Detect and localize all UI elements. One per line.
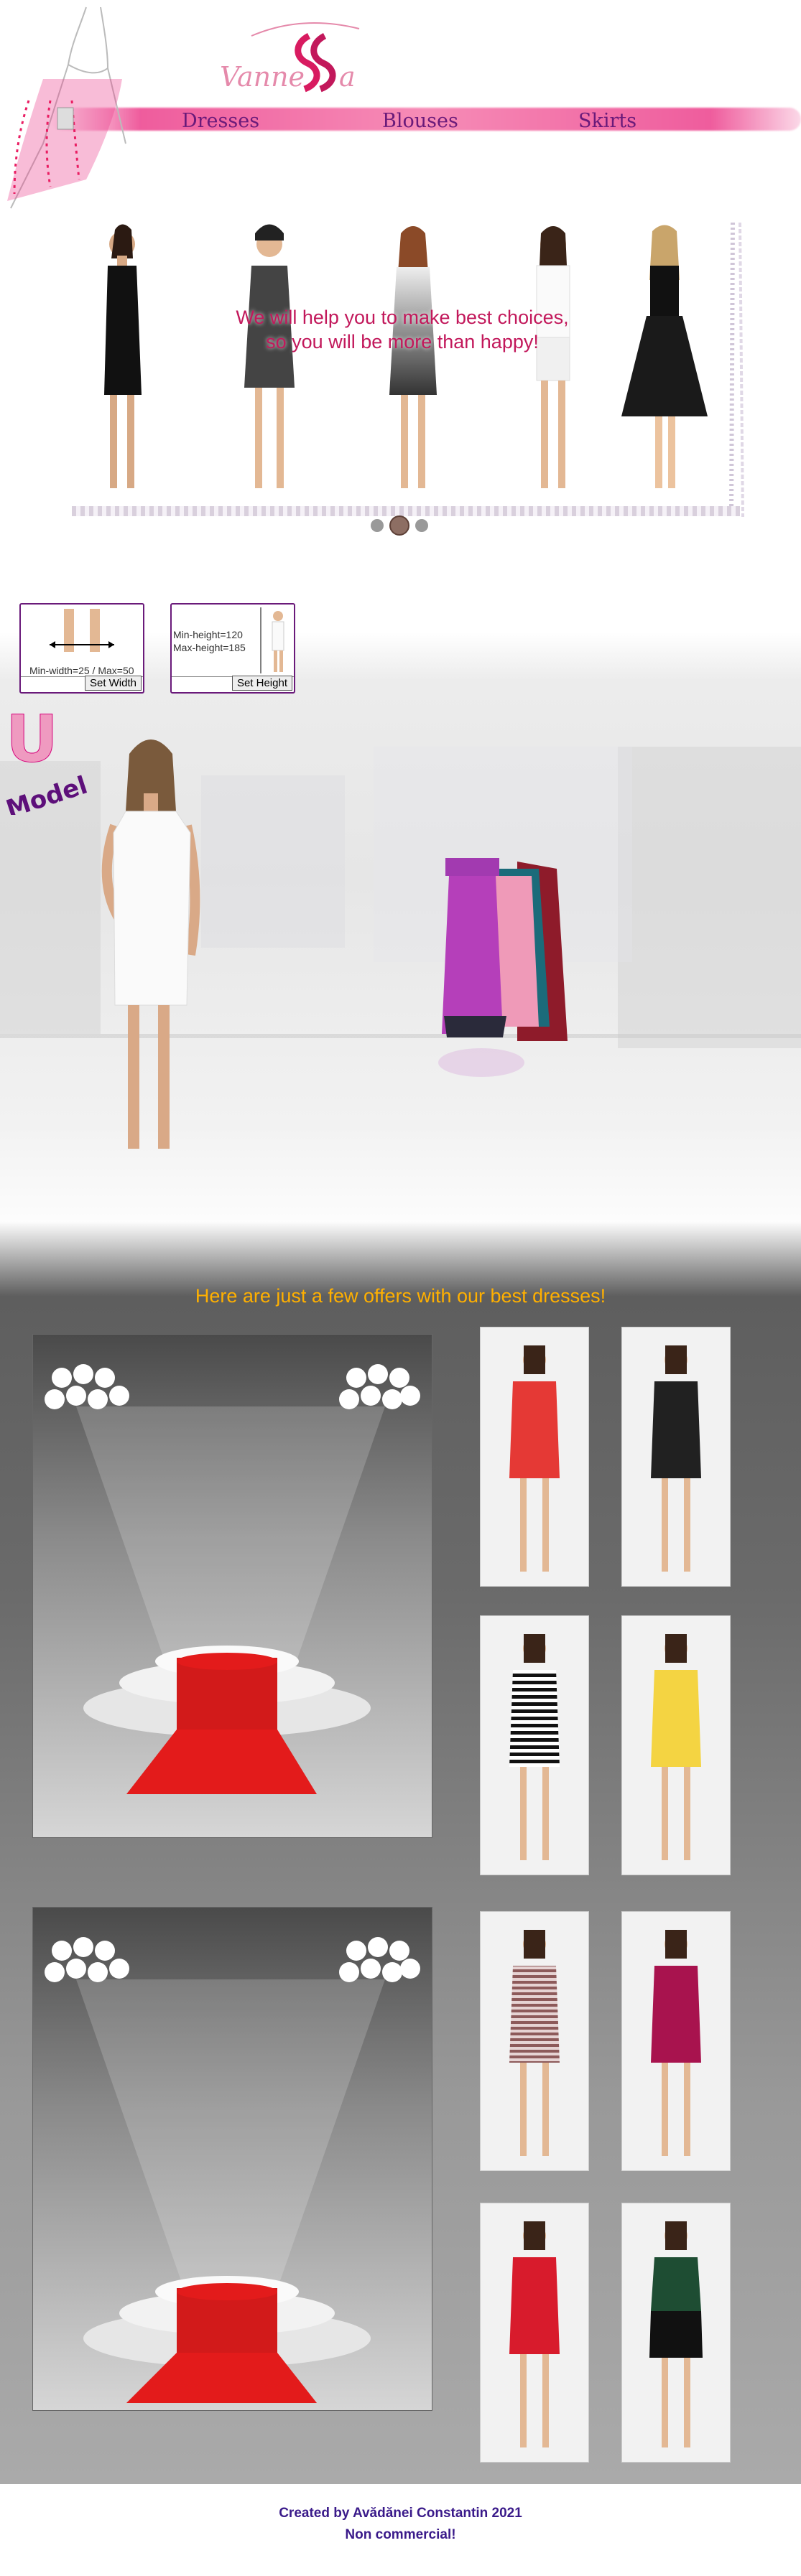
model-badge-letter: U — [6, 707, 58, 777]
offer-dress-7-image — [509, 2221, 560, 2447]
offer-dress-2[interactable] — [621, 1327, 731, 1587]
min-height-label: Min-height=120 — [173, 629, 243, 640]
slide-model-black-dress — [104, 224, 142, 488]
offer-dress-2-dress — [651, 1381, 701, 1478]
slider-bottom-border — [72, 506, 740, 516]
offer-dress-6-dress — [651, 1966, 701, 2063]
hero-slider[interactable] — [72, 208, 754, 531]
max-height-label: Max-height=185 — [173, 642, 246, 653]
logo-text-left: Vanne — [220, 61, 305, 93]
fitting-model — [101, 739, 200, 1149]
slide-model-print-dress — [244, 224, 295, 488]
slider-caption: We will help you to make best choices, s… — [187, 305, 618, 354]
offer-dress-3-dress — [509, 1670, 560, 1767]
offer-dress-3[interactable] — [480, 1615, 589, 1875]
vanessa-logo: Vanne a — [220, 22, 360, 93]
slider-caption-line1: We will help you to make best choices, — [236, 307, 569, 328]
slider-dot-3[interactable] — [415, 519, 428, 532]
set-height-button[interactable]: Set Height — [231, 676, 292, 691]
offer-dress-4-image — [651, 1634, 701, 1860]
offer-dress-1-dress — [509, 1381, 560, 1478]
slider-caption-line2: so you will be more than happy! — [266, 331, 539, 353]
slider-frame-decoration — [729, 223, 744, 517]
set-width-button[interactable]: Set Width — [84, 676, 142, 691]
offer-dress-8-dress — [651, 2257, 701, 2311]
svg-text:a: a — [339, 61, 356, 93]
slide-model-tulle-dress — [621, 225, 708, 488]
offer-dress-7-dress — [509, 2257, 560, 2354]
stage-2 — [32, 1907, 432, 2411]
offer-dress-3-image — [509, 1634, 560, 1860]
offer-dress-7[interactable] — [480, 2203, 589, 2463]
slider-dot-2[interactable] — [389, 515, 409, 536]
offer-dress-8[interactable] — [621, 2203, 731, 2463]
offer-dress-1[interactable] — [480, 1327, 589, 1587]
offer-dress-6[interactable] — [621, 1911, 731, 2171]
slide-model-ombre-dress — [389, 226, 437, 488]
nav-blouses[interactable]: Blouses — [382, 110, 458, 132]
height-control: Min-height=120 Max-height=185 Set Height — [170, 603, 295, 694]
nav-dresses[interactable]: Dresses — [182, 110, 259, 132]
site-footer: Created by Avădănei Constantin 2021 Non … — [0, 2484, 801, 2576]
offer-dress-5[interactable] — [480, 1911, 589, 2171]
footer-note: Non commercial! — [345, 2527, 456, 2542]
nav-skirts[interactable]: Skirts — [578, 110, 636, 132]
height-preview-icon — [260, 607, 284, 673]
stage-2-illustration — [45, 1937, 420, 2403]
offer-dress-6-image — [651, 1930, 701, 2156]
width-limits-label: Min-width=25 / Max=50 — [29, 665, 134, 676]
offer-dress-5-dress — [509, 1966, 560, 2063]
stage-1-illustration — [45, 1364, 420, 1794]
offer-dress-8-image — [649, 2221, 703, 2447]
offer-dress-2-image — [651, 1345, 701, 1572]
offer-dress-4[interactable] — [621, 1615, 731, 1875]
stage-1 — [32, 1334, 432, 1838]
offers-title: Here are just a few offers with our best… — [195, 1285, 606, 1307]
width-preview-icon — [50, 609, 114, 652]
site-header: Vanne a Dresses Blouses Skirts — [0, 0, 801, 215]
offer-dress-4-dress — [651, 1670, 701, 1767]
offer-dress-1-image — [509, 1345, 560, 1572]
slide-model-white-outfit — [536, 226, 570, 488]
footer-credit: Created by Avădănei Constantin 2021 — [279, 2506, 522, 2521]
offer-dress-5-image — [509, 1930, 560, 2156]
slider-dot-1[interactable] — [371, 519, 384, 532]
dress-sketch-illustration — [7, 6, 126, 209]
width-control: Min-width=25 / Max=50 Set Width — [19, 603, 144, 694]
slider-dots — [368, 515, 431, 536]
dress-rack — [438, 858, 568, 1077]
